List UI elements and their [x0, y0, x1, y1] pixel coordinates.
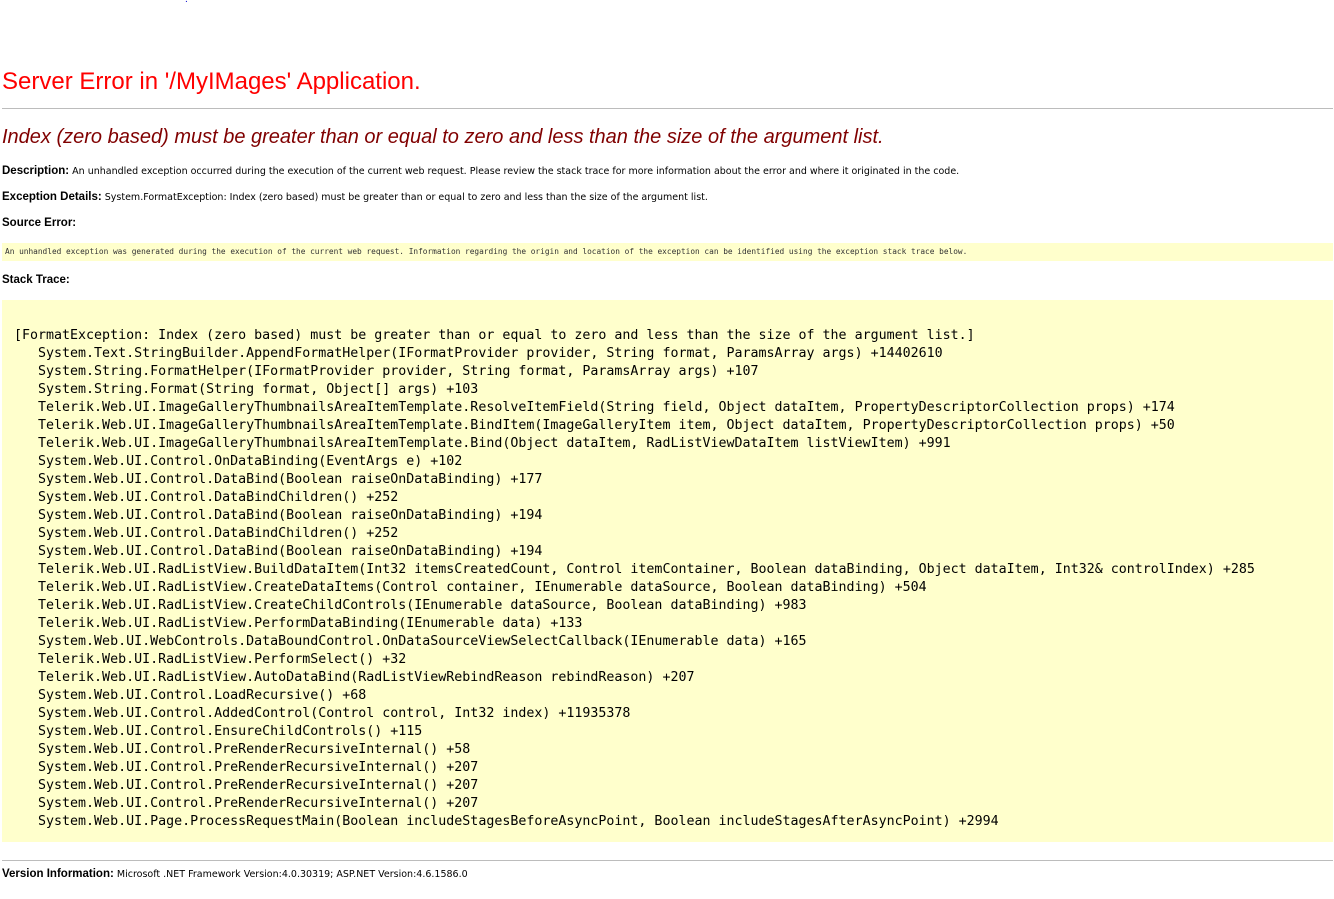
- stack-trace-line: Telerik.Web.UI.RadListView.PerformDataBi…: [14, 616, 583, 631]
- stack-trace-line: System.Web.UI.Control.OnDataBinding(Even…: [14, 454, 463, 469]
- exception-details-line: Exception Details: System.FormatExceptio…: [2, 191, 708, 203]
- page-title: Server Error in '/MyIMages' Application.: [2, 68, 421, 95]
- stack-trace-line: System.Web.UI.Page.ProcessRequestMain(Bo…: [14, 814, 999, 829]
- stack-trace-line: System.Web.UI.Control.PreRenderRecursive…: [14, 742, 471, 757]
- stack-trace-line: System.Web.UI.Control.LoadRecursive() +6…: [14, 688, 367, 703]
- exception-details-text: System.FormatException: Index (zero base…: [104, 192, 708, 203]
- description-text: An unhandled exception occurred during t…: [72, 166, 960, 177]
- version-info-text: Microsoft .NET Framework Version:4.0.303…: [116, 869, 468, 880]
- stack-trace-line: System.Web.UI.Control.PreRenderRecursive…: [14, 760, 479, 775]
- stack-trace-line: Telerik.Web.UI.RadListView.CreateDataIte…: [14, 580, 927, 595]
- stack-trace-line: System.Web.UI.WebControls.DataBoundContr…: [14, 634, 807, 649]
- stack-trace-box[interactable]: [FormatException: Index (zero based) mus…: [2, 300, 1333, 842]
- stack-trace-line: System.Web.UI.Control.DataBindChildren()…: [14, 526, 399, 541]
- stack-trace-list: [FormatException: Index (zero based) mus…: [14, 327, 1333, 831]
- stack-trace-line: System.String.Format(String format, Obje…: [14, 382, 479, 397]
- version-info-line: Version Information: Microsoft .NET Fram…: [2, 868, 468, 880]
- stack-trace-line: System.Web.UI.Control.PreRenderRecursive…: [14, 796, 479, 811]
- stack-trace-line: System.String.FormatHelper(IFormatProvid…: [14, 364, 759, 379]
- stack-trace-line: Telerik.Web.UI.RadListView.AutoDataBind(…: [14, 670, 695, 685]
- error-message: Index (zero based) must be greater than …: [2, 126, 884, 148]
- stack-trace-line: Telerik.Web.UI.ImageGalleryThumbnailsAre…: [14, 400, 1175, 415]
- source-error-heading: Source Error:: [2, 217, 76, 229]
- stack-trace-line: Telerik.Web.UI.ImageGalleryThumbnailsAre…: [14, 418, 1175, 433]
- top-divider: [2, 108, 1333, 109]
- stack-trace-line: Telerik.Web.UI.ImageGalleryThumbnailsAre…: [14, 436, 951, 451]
- top-link[interactable]: .: [185, 0, 188, 5]
- source-error-text: An unhandled exception was generated dur…: [5, 247, 968, 256]
- bottom-divider: [2, 860, 1333, 861]
- description-label: Description:: [2, 165, 70, 177]
- stack-trace-line: Telerik.Web.UI.RadListView.PerformSelect…: [14, 652, 407, 667]
- exception-details-label: Exception Details:: [2, 191, 102, 203]
- stack-trace-line: System.Web.UI.Control.DataBindChildren()…: [14, 490, 399, 505]
- stack-trace-heading: Stack Trace:: [2, 274, 70, 286]
- stack-trace-line: System.Web.UI.Control.PreRenderRecursive…: [14, 778, 479, 793]
- stack-trace-line: System.Web.UI.Control.DataBind(Boolean r…: [14, 544, 543, 559]
- stack-trace-line: Telerik.Web.UI.RadListView.CreateChildCo…: [14, 598, 807, 613]
- stack-trace-line: System.Web.UI.Control.EnsureChildControl…: [14, 724, 423, 739]
- stack-trace-line: System.Text.StringBuilder.AppendFormatHe…: [14, 346, 943, 361]
- source-error-box: An unhandled exception was generated dur…: [2, 243, 1333, 261]
- stack-trace-line: [FormatException: Index (zero based) mus…: [14, 328, 975, 343]
- stack-trace-line: System.Web.UI.Control.AddedControl(Contr…: [14, 706, 631, 721]
- stack-trace-line: Telerik.Web.UI.RadListView.BuildDataItem…: [14, 562, 1255, 577]
- description-line: Description: An unhandled exception occu…: [2, 165, 959, 177]
- stack-trace-line: System.Web.UI.Control.DataBind(Boolean r…: [14, 472, 543, 487]
- version-info-label: Version Information:: [2, 868, 114, 880]
- stack-trace-line: System.Web.UI.Control.DataBind(Boolean r…: [14, 508, 543, 523]
- stack-trace-label: Stack Trace:: [2, 274, 70, 286]
- source-error-label: Source Error:: [2, 217, 77, 229]
